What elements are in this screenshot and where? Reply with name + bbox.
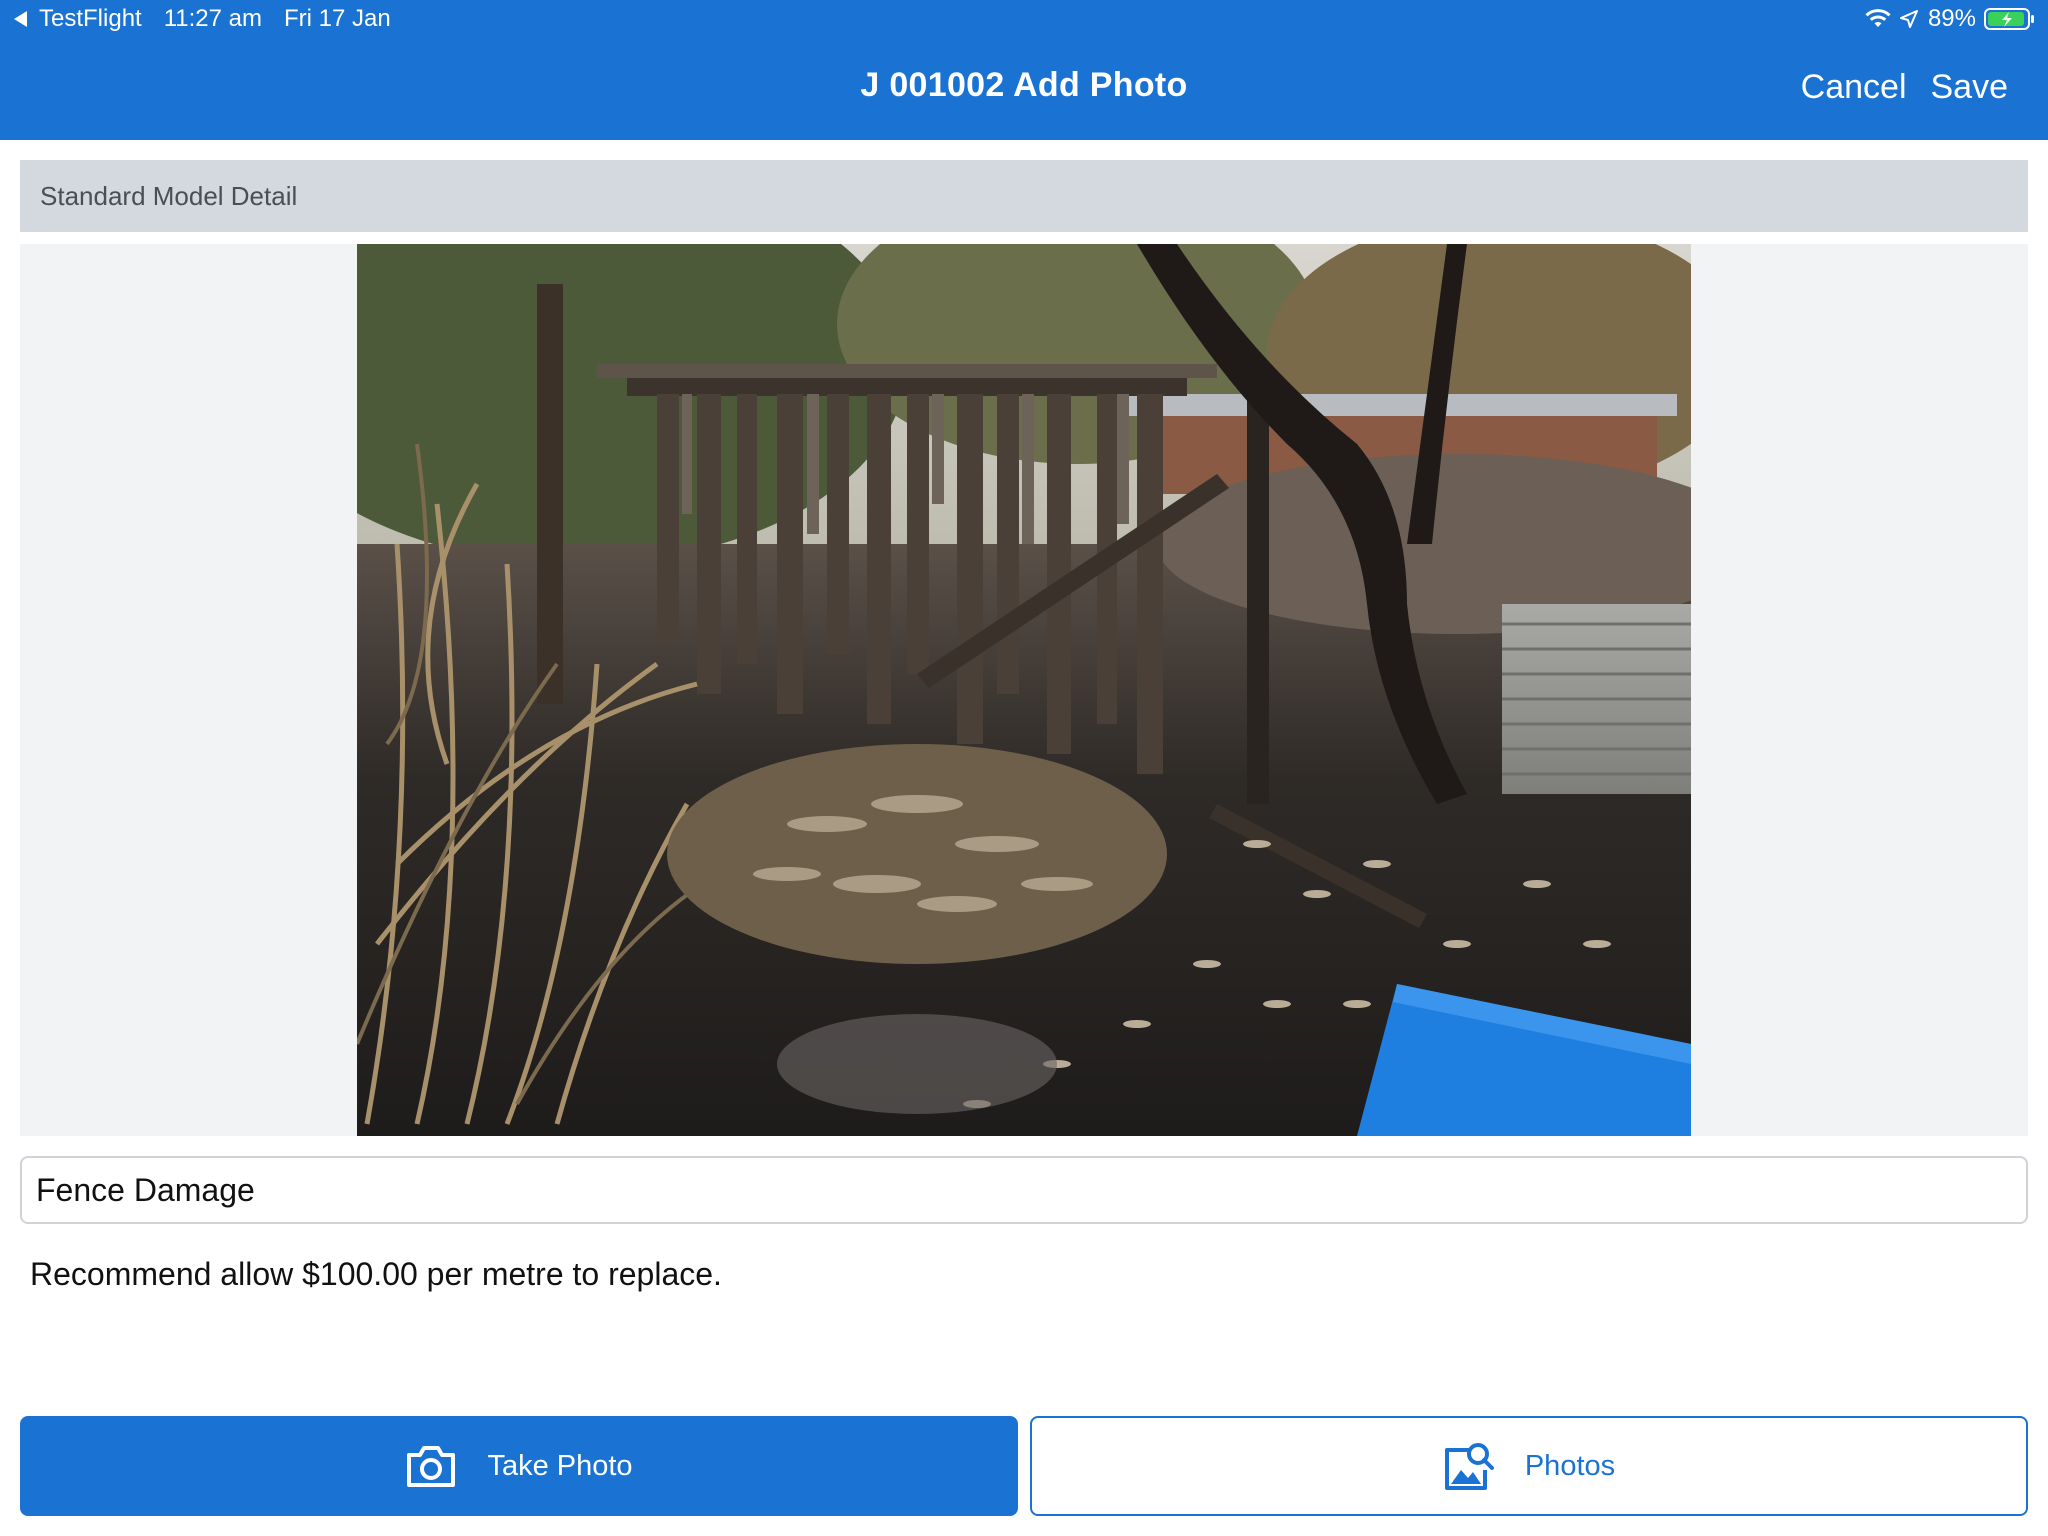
battery-charging-icon xyxy=(1984,8,2034,30)
photos-label: Photos xyxy=(1524,1449,1616,1482)
photo-image xyxy=(357,244,1691,1136)
back-arrow-icon[interactable] xyxy=(14,11,27,27)
photo-notes-textarea[interactable]: Recommend allow $100.00 per metre to rep… xyxy=(20,1256,2028,1376)
status-left: TestFlight 11:27 am Fri 17 Jan xyxy=(14,5,391,33)
battery-percent: 89% xyxy=(1927,5,1976,32)
photos-button[interactable]: Photos xyxy=(1030,1416,2028,1516)
photo-title-input[interactable]: Fence Damage xyxy=(20,1156,2028,1224)
status-bar: TestFlight 11:27 am Fri 17 Jan 89% xyxy=(0,0,2048,40)
wifi-icon xyxy=(1865,9,1891,27)
take-photo-button[interactable]: Take Photo xyxy=(20,1416,1018,1516)
photo-preview[interactable] xyxy=(357,244,1691,1136)
location-arrow-icon xyxy=(1899,10,1918,28)
cancel-button[interactable]: Cancel xyxy=(1801,68,1907,107)
save-button[interactable]: Save xyxy=(1931,68,2009,107)
page-title: J 001002 Add Photo xyxy=(860,66,1188,104)
status-date: Fri 17 Jan xyxy=(284,5,391,32)
navigation-bar: TestFlight 11:27 am Fri 17 Jan 89% J 001… xyxy=(0,0,2048,140)
status-time: 11:27 am xyxy=(163,5,262,32)
photo-search-icon xyxy=(1443,1440,1495,1492)
back-app-label[interactable]: TestFlight xyxy=(39,5,142,33)
take-photo-label: Take Photo xyxy=(487,1449,633,1482)
section-header: Standard Model Detail xyxy=(20,160,2028,232)
nav-actions: Cancel Save xyxy=(1801,68,2008,107)
photo-panel xyxy=(20,244,2028,1136)
camera-icon xyxy=(405,1443,457,1489)
status-right: 89% xyxy=(1864,5,2036,33)
